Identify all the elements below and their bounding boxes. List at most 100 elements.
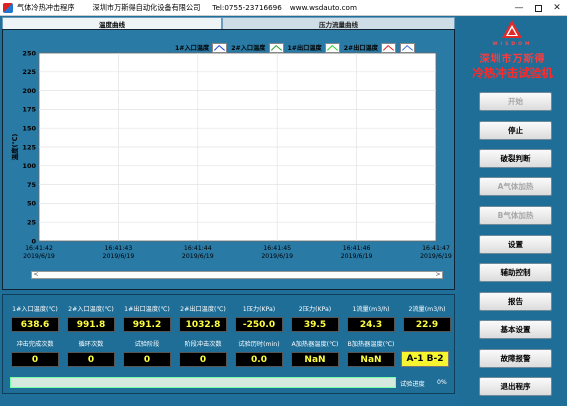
reading-cell: 2压力(KPa) 39.5 xyxy=(286,305,344,332)
y-axis-label: 温度(℃) xyxy=(10,134,19,161)
reading-value: 1032.8 xyxy=(179,317,227,332)
x-tick-date: 2019/6/19 xyxy=(182,253,214,260)
tab-pressure-flow-curve[interactable]: 压力流量曲线 xyxy=(222,17,455,29)
counter-value: 0 xyxy=(67,352,115,367)
counter-value: NaN xyxy=(347,352,395,367)
legend-item[interactable]: 2#入口温度 xyxy=(231,42,284,53)
company-name: 深圳市万斯得自动化设备有限公司 xyxy=(92,2,201,12)
y-tick-label: 25 xyxy=(27,219,37,227)
stop-button[interactable]: 停止 xyxy=(479,121,552,140)
legend-swatch-icon xyxy=(381,42,396,53)
counter-value: 0.0 xyxy=(235,352,283,367)
report-button[interactable]: 报告 xyxy=(479,292,552,311)
legend-swatch-icon xyxy=(212,42,228,53)
x-tick-date: 2019/6/19 xyxy=(420,253,452,260)
legend-item[interactable] xyxy=(400,42,415,53)
reading-value: 22.9 xyxy=(403,317,451,332)
start-button[interactable]: 开始 xyxy=(479,92,552,111)
y-tick-label: 75 xyxy=(27,181,37,189)
test-progress-bar xyxy=(10,377,396,388)
counter-cell: A加热器温度(℃) NaN xyxy=(286,340,344,367)
counter-cell: 冲击完成次数 0 xyxy=(6,340,64,367)
legend-label: 2#出口温度 xyxy=(343,45,378,52)
y-tick-label: 200 xyxy=(22,87,36,95)
gas-b-heating-button[interactable]: B气体加热 xyxy=(479,206,552,225)
window-title: 气体冷热冲击程序 xyxy=(17,2,75,12)
reading-cell: 2#入口温度(℃) 991.8 xyxy=(62,305,120,332)
y-tick-label: 100 xyxy=(22,162,36,170)
legend-label: 1#出口温度 xyxy=(287,45,322,52)
reading-cell: 1#出口温度(℃) 991.2 xyxy=(118,305,176,332)
legend-item[interactable]: 1#入口温度 xyxy=(175,42,228,53)
reading-label: 1#出口温度(℃) xyxy=(124,306,170,313)
auxiliary-control-button[interactable]: 辅助控制 xyxy=(479,263,552,282)
reading-label: 1压力(KPa) xyxy=(242,306,276,313)
reading-value: 638.6 xyxy=(11,317,59,332)
y-tick-label: 225 xyxy=(22,68,36,76)
scroll-right-icon[interactable]: > xyxy=(434,272,442,278)
progress-label: 试验进度 xyxy=(400,381,425,388)
x-tick-date: 2019/6/19 xyxy=(103,253,135,260)
legend-swatch-icon xyxy=(400,42,415,53)
counter-cell: 阶段冲击次数 0 xyxy=(174,340,232,367)
temperature-chart: 025507510012515017520022525016:41:422019… xyxy=(10,49,452,260)
tab-bar: 温度曲线 压力流量曲线 xyxy=(2,17,455,29)
gas-a-heating-button[interactable]: A气体加热 xyxy=(479,177,552,196)
counter-label: 试验阶段 xyxy=(134,341,160,348)
x-tick-time: 16:41:43 xyxy=(105,245,133,252)
tab-temperature-curve[interactable]: 温度曲线 xyxy=(2,17,222,29)
counter-cell: B加热器温度(℃) NaN xyxy=(342,340,400,367)
reading-value: 39.5 xyxy=(291,317,339,332)
minimize-icon[interactable]: — xyxy=(509,0,529,16)
control-panel: WISDOM 深圳市万斯得 冷热冲击试验机 开始 停止 破裂判断 A气体加热 B… xyxy=(458,17,567,406)
y-tick-label: 150 xyxy=(22,125,36,133)
reading-label: 2#出口温度(℃) xyxy=(180,306,226,313)
wisdom-logo-icon xyxy=(502,20,522,38)
counter-value: NaN xyxy=(291,352,339,367)
counter-value: 0 xyxy=(123,352,171,367)
basic-settings-button[interactable]: 基本设置 xyxy=(479,320,552,339)
chart-legend: 1#入口温度 2#入口温度 1#出口温度 2#出口温度 xyxy=(175,42,419,53)
rupture-check-button[interactable]: 破裂判断 xyxy=(479,149,552,168)
reading-value: 991.8 xyxy=(67,317,115,332)
reading-cell: 2流量(m3/h) 22.9 xyxy=(398,305,456,332)
maximize-icon[interactable] xyxy=(528,0,548,16)
counter-cell: 循环次数 0 xyxy=(62,340,120,367)
title-bar: 气体冷热冲击程序 深圳市万斯得自动化设备有限公司 Tel:0755-237166… xyxy=(0,0,567,16)
y-tick-label: 175 xyxy=(22,106,36,114)
fault-alarm-button[interactable]: 故障报警 xyxy=(479,349,552,368)
reading-value: -250.0 xyxy=(235,317,283,332)
x-tick-time: 16:41:44 xyxy=(184,245,212,252)
counter-cell: 试验阶段 0 xyxy=(118,340,176,367)
reading-label: 1#入口温度(℃) xyxy=(12,306,58,313)
x-tick-time: 16:41:47 xyxy=(422,245,450,252)
reading-value: 991.2 xyxy=(123,317,171,332)
x-tick-time: 16:41:46 xyxy=(343,245,371,252)
counter-label: 循环次数 xyxy=(78,341,104,348)
x-tick-date: 2019/6/19 xyxy=(341,253,373,260)
app-icon xyxy=(3,2,13,13)
reading-cell: 1#入口温度(℃) 638.6 xyxy=(6,305,64,332)
x-tick-date: 2019/6/19 xyxy=(23,253,55,260)
x-tick-time: 16:41:45 xyxy=(263,245,291,252)
legend-item[interactable]: 1#出口温度 xyxy=(287,42,340,53)
close-icon[interactable]: ✕ xyxy=(547,0,567,16)
counter-cell: 试验历时(min) 0.0 xyxy=(230,340,288,367)
ab-status-indicator: A-1 B-2 xyxy=(401,351,449,367)
y-tick-label: 250 xyxy=(22,49,36,57)
legend-item[interactable]: 2#出口温度 xyxy=(343,42,396,53)
settings-button[interactable]: 设置 xyxy=(479,235,552,254)
scroll-left-icon[interactable]: < xyxy=(32,272,40,278)
reading-cell: 1流量(m3/h) 24.3 xyxy=(342,305,400,332)
legend-label: 2#入口温度 xyxy=(231,45,266,52)
x-tick-date: 2019/6/19 xyxy=(261,253,293,260)
telephone: Tel:0755-23716696 xyxy=(212,3,282,12)
reading-label: 2流量(m3/h) xyxy=(408,306,446,313)
exit-program-button[interactable]: 退出程序 xyxy=(479,377,552,396)
progress-value: 0% xyxy=(437,379,447,386)
legend-label: 1#入口温度 xyxy=(175,45,210,52)
app-title: 冷热冲击试验机 xyxy=(472,66,553,80)
chart-horizontal-scrollbar[interactable]: < > xyxy=(31,271,443,279)
reading-cell: 1压力(KPa) -250.0 xyxy=(230,305,288,332)
legend-swatch-icon xyxy=(268,42,284,53)
